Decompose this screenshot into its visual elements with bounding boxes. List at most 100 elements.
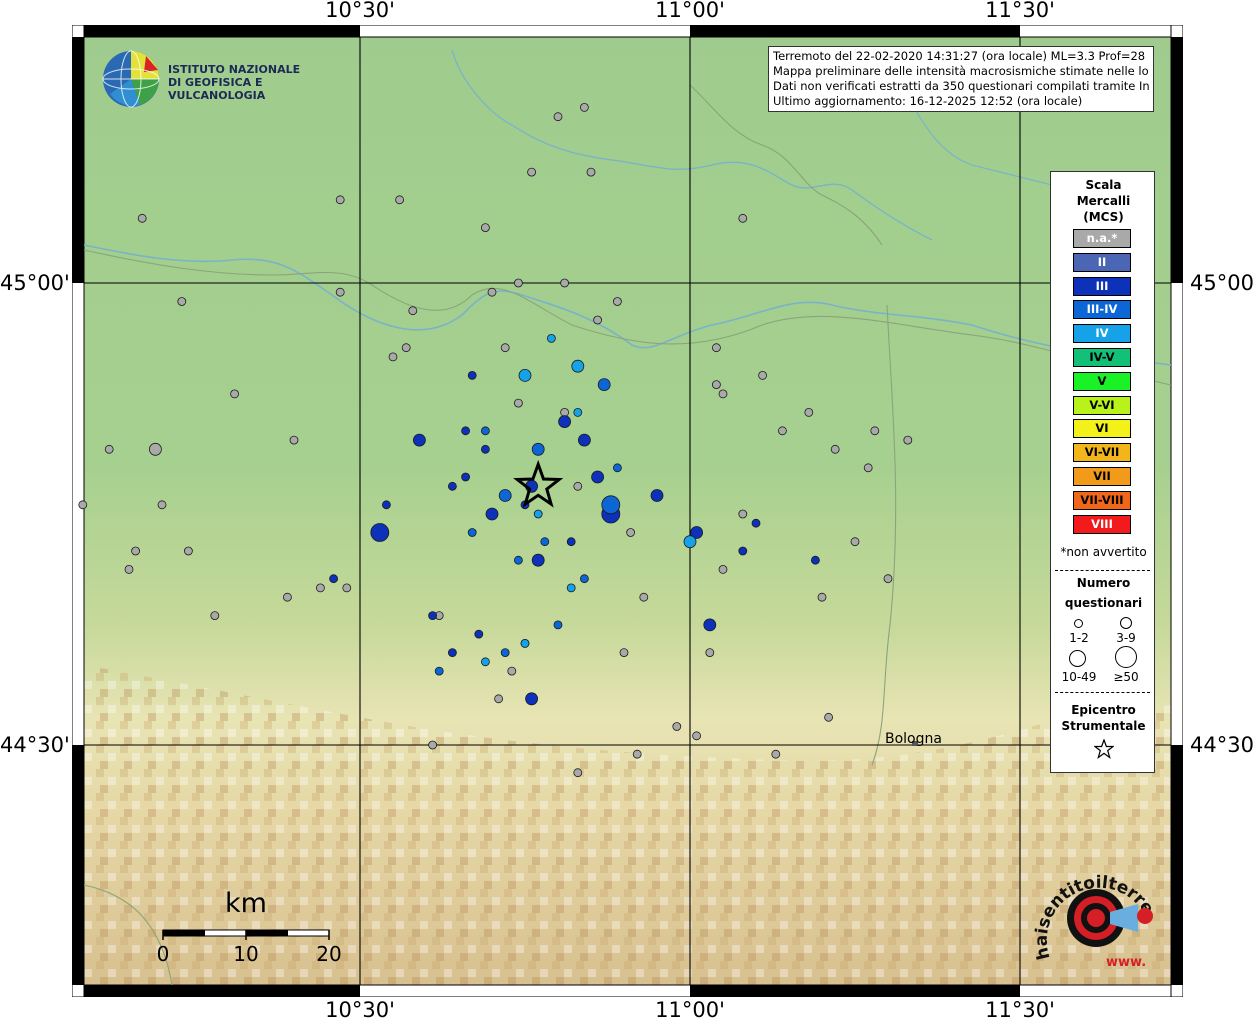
intensity-point[interactable] (124, 565, 134, 574)
intensity-point[interactable] (329, 574, 339, 584)
intensity-point[interactable] (560, 407, 570, 417)
intensity-point[interactable] (461, 426, 471, 436)
intensity-point[interactable] (513, 555, 523, 565)
intensity-point[interactable] (494, 694, 504, 704)
intensity-point[interactable] (487, 287, 497, 297)
intensity-point[interactable] (692, 731, 701, 741)
intensity-point[interactable] (586, 167, 596, 177)
intensity-point[interactable] (863, 463, 873, 473)
intensity-point[interactable] (883, 574, 893, 584)
intensity-point[interactable] (428, 740, 438, 750)
intensity-point[interactable] (315, 583, 325, 593)
intensity-point[interactable] (712, 380, 721, 390)
intensity-point[interactable] (230, 389, 240, 399)
intensity-point[interactable] (282, 592, 292, 602)
intensity-point[interactable] (639, 592, 649, 602)
intensity-point[interactable] (370, 523, 390, 542)
intensity-point[interactable] (104, 444, 114, 454)
intensity-point[interactable] (157, 500, 167, 510)
intensity-point[interactable] (718, 389, 728, 399)
intensity-point[interactable] (758, 370, 767, 380)
intensity-point[interactable] (571, 359, 585, 373)
intensity-point[interactable] (566, 583, 576, 593)
intensity-point[interactable] (613, 463, 622, 473)
intensity-point[interactable] (718, 565, 728, 574)
intensity-point[interactable] (342, 583, 352, 593)
intensity-point[interactable] (703, 618, 717, 632)
intensity-map[interactable] (72, 25, 1183, 997)
intensity-point[interactable] (507, 666, 517, 676)
intensity-point[interactable] (480, 426, 490, 436)
intensity-point[interactable] (705, 648, 715, 657)
intensity-point[interactable] (817, 592, 827, 602)
intensity-point[interactable] (560, 278, 570, 288)
map-frame[interactable] (72, 25, 1183, 997)
intensity-point[interactable] (480, 444, 490, 454)
intensity-point[interactable] (738, 509, 748, 519)
intensity-point[interactable] (778, 426, 787, 436)
intensity-point[interactable] (184, 546, 193, 556)
intensity-point[interactable] (824, 712, 833, 722)
intensity-point[interactable] (412, 433, 426, 447)
intensity-point[interactable] (546, 333, 556, 343)
intensity-point[interactable] (558, 415, 572, 429)
intensity-point[interactable] (513, 398, 523, 408)
intensity-point[interactable] (513, 278, 523, 288)
intensity-point[interactable] (210, 611, 220, 620)
intensity-point[interactable] (573, 407, 583, 417)
intensity-point[interactable] (480, 657, 490, 667)
intensity-point[interactable] (578, 433, 591, 447)
intensity-point[interactable] (593, 315, 602, 325)
intensity-point[interactable] (540, 537, 550, 547)
intensity-point[interactable] (566, 537, 576, 547)
intensity-point[interactable] (381, 500, 391, 510)
intensity-point[interactable] (580, 103, 589, 112)
intensity-point[interactable] (850, 537, 860, 547)
haisentito-logo[interactable]: haisentitoilterremoto.it www. (1030, 862, 1160, 974)
intensity-point[interactable] (650, 489, 664, 502)
intensity-point[interactable] (672, 722, 682, 731)
intensity-point[interactable] (474, 629, 484, 639)
intensity-point[interactable] (573, 768, 583, 778)
intensity-point[interactable] (520, 639, 530, 648)
intensity-point[interactable] (591, 470, 604, 484)
intensity-point[interactable] (467, 528, 477, 537)
intensity-point[interactable] (388, 352, 398, 362)
intensity-point[interactable] (500, 648, 510, 657)
intensity-point[interactable] (131, 546, 140, 556)
intensity-point[interactable] (480, 223, 490, 233)
intensity-point[interactable] (613, 297, 622, 306)
intensity-point[interactable] (177, 297, 187, 306)
intensity-point[interactable] (804, 407, 814, 417)
intensity-point[interactable] (870, 426, 880, 436)
intensity-point[interactable] (830, 444, 840, 454)
intensity-point[interactable] (683, 535, 697, 549)
intensity-point[interactable] (626, 528, 635, 537)
intensity-point[interactable] (531, 553, 545, 567)
intensity-point[interactable] (518, 368, 532, 382)
intensity-point[interactable] (751, 518, 761, 528)
intensity-point[interactable] (137, 213, 147, 223)
intensity-point[interactable] (553, 112, 563, 122)
intensity-point[interactable] (500, 343, 510, 353)
intensity-point[interactable] (601, 495, 621, 515)
intensity-point[interactable] (533, 509, 543, 519)
intensity-point[interactable] (498, 489, 512, 502)
intensity-point[interactable] (434, 666, 444, 676)
intensity-point[interactable] (525, 692, 539, 706)
intensity-point[interactable] (553, 620, 563, 630)
intensity-point[interactable] (527, 167, 537, 177)
intensity-point[interactable] (289, 435, 299, 445)
intensity-point[interactable] (428, 611, 438, 620)
intensity-point[interactable] (401, 343, 411, 353)
intensity-point[interactable] (447, 648, 457, 657)
intensity-point[interactable] (738, 213, 748, 223)
intensity-point[interactable] (78, 500, 88, 510)
intensity-point[interactable] (573, 481, 583, 491)
intensity-point[interactable] (531, 442, 545, 456)
intensity-point[interactable] (632, 749, 642, 759)
intensity-point[interactable] (395, 195, 405, 205)
intensity-point[interactable] (485, 507, 499, 521)
intensity-point[interactable] (619, 648, 629, 657)
intensity-point[interactable] (408, 306, 418, 316)
